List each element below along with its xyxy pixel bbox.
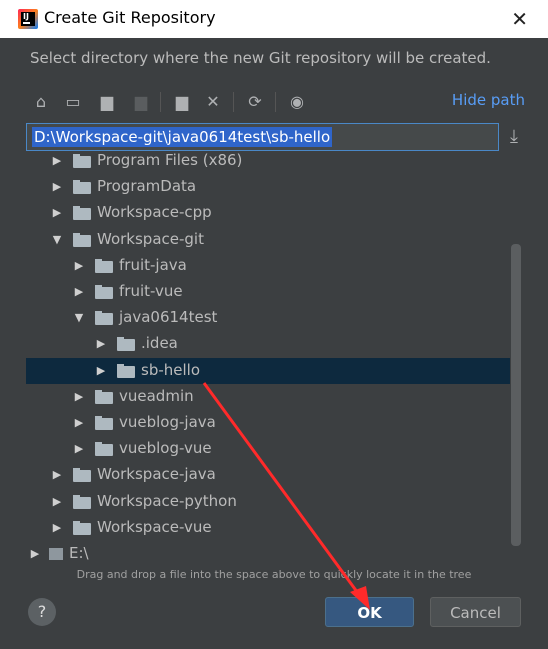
tree-row[interactable]: ▶ E:\	[26, 541, 510, 567]
path-input[interactable]: D:\Workspace-git\java0614test\sb-hello	[26, 123, 499, 151]
home-icon[interactable]: ⌂	[30, 90, 52, 114]
tree-row[interactable]: ▶ .idea	[26, 331, 510, 357]
tree-row-label: java0614test	[119, 308, 218, 327]
tree-row[interactable]: ▶ vueblog-java	[26, 410, 510, 436]
tree-row-label: Workspace-git	[97, 229, 204, 248]
tree-row-label: fruit-vue	[119, 282, 183, 300]
folder-icon	[117, 363, 135, 378]
folder-icon	[95, 311, 113, 326]
tree-scrollbar[interactable]	[511, 244, 521, 546]
toolbar-separator	[160, 92, 161, 112]
expand-arrow-icon[interactable]: ▶	[51, 206, 63, 220]
tree-row[interactable]: ▶ ProgramData	[26, 174, 510, 200]
tree-row[interactable]: ▶ vueadmin	[26, 384, 510, 410]
tree-row[interactable]: ▶ fruit-vue	[26, 279, 510, 305]
tree-row[interactable]: ▶ Workspace-vue	[26, 515, 510, 541]
collapse-arrow-icon[interactable]: ▼	[51, 233, 63, 247]
folder-icon	[95, 389, 113, 404]
folder-icon	[95, 285, 113, 299]
module-folder-icon[interactable]: ▆	[130, 90, 152, 114]
tree-row[interactable]: ▶ Workspace-java	[26, 462, 510, 488]
file-chooser-toolbar: ⌂ ▭ ▆ ▆ ▆ ✕ ⟳ ◉ Hide path	[30, 90, 525, 114]
expand-arrow-icon[interactable]: ▶	[73, 416, 85, 430]
folder-icon	[95, 416, 113, 430]
tree-row-label: vueblog-vue	[119, 439, 212, 458]
expand-arrow-icon[interactable]: ▶	[73, 390, 85, 404]
tree-row[interactable]: ▶ Program Files (x86)	[26, 153, 510, 174]
show-hidden-icon[interactable]: ◉	[286, 90, 308, 114]
directory-tree[interactable]: ▶ Program Files (x86) ▶ ProgramData ▶ Workspa…	[26, 153, 524, 567]
folder-icon	[73, 494, 91, 509]
tree-row-label: vueblog-java	[119, 413, 216, 431]
tree-row-label: Workspace-python	[97, 491, 237, 510]
expand-arrow-icon[interactable]: ▶	[51, 154, 63, 168]
download-icon[interactable]: ⤓	[504, 125, 524, 149]
folder-icon	[73, 232, 91, 247]
tree-row-label: vueadmin	[119, 386, 194, 405]
tree-row[interactable]: ▶ Workspace-python	[26, 489, 510, 515]
tree-row-label: ProgramData	[97, 177, 197, 196]
refresh-icon[interactable]: ⟳	[244, 90, 266, 114]
folder-icon	[73, 154, 91, 168]
folder-icon	[95, 442, 113, 457]
tree-row-label: fruit-java	[119, 255, 187, 274]
expand-arrow-icon[interactable]: ▶	[73, 259, 85, 273]
folder-icon	[73, 206, 91, 221]
ok-button[interactable]: OK	[325, 597, 414, 627]
expand-arrow-icon[interactable]: ▶	[51, 180, 63, 194]
path-input-value: D:\Workspace-git\java0614test\sb-hello	[32, 127, 333, 147]
expand-arrow-icon[interactable]: ▶	[29, 547, 41, 561]
expand-arrow-icon[interactable]: ▶	[73, 285, 85, 299]
close-icon[interactable]: ✕	[511, 7, 528, 31]
window-title: Create Git Repository	[44, 8, 216, 27]
tree-row[interactable]: ▶ vueblog-vue	[26, 436, 510, 462]
toolbar-separator	[275, 92, 276, 112]
collapse-arrow-icon[interactable]: ▼	[73, 311, 85, 325]
tree-row-label: Workspace-vue	[97, 517, 212, 536]
tree-row-label: Workspace-cpp	[97, 203, 212, 222]
tree-row-label: E:\	[69, 544, 89, 562]
tree-row-label: Program Files (x86)	[97, 153, 243, 169]
tree-row-label: sb-hello	[141, 360, 200, 379]
intellij-app-icon	[18, 9, 38, 29]
drag-drop-hint: Drag and drop a file into the space abov…	[76, 568, 472, 581]
title-bar: Create Git Repository ✕	[0, 0, 548, 38]
delete-icon[interactable]: ✕	[202, 90, 224, 114]
tree-row-label: .idea	[141, 334, 178, 353]
folder-icon	[117, 337, 135, 352]
tree-row[interactable]: ▼ java0614test	[26, 305, 510, 331]
help-icon[interactable]: ?	[28, 598, 56, 626]
desktop-icon[interactable]: ▭	[62, 90, 84, 114]
project-folder-icon[interactable]: ▆	[96, 90, 118, 114]
drive-icon	[49, 548, 63, 560]
hide-path-link[interactable]: Hide path	[452, 91, 525, 109]
cancel-button[interactable]: Cancel	[430, 597, 521, 627]
tree-row[interactable]: ▶ sb-hello	[26, 357, 510, 384]
tree-row[interactable]: ▶ Workspace-cpp	[26, 200, 510, 226]
new-folder-icon[interactable]: ▆	[171, 90, 193, 114]
tree-row-label: Workspace-java	[97, 465, 216, 484]
expand-arrow-icon[interactable]: ▶	[95, 364, 107, 378]
expand-arrow-icon[interactable]: ▶	[51, 521, 63, 535]
expand-arrow-icon[interactable]: ▶	[73, 442, 85, 456]
expand-arrow-icon[interactable]: ▶	[95, 337, 107, 351]
folder-icon	[73, 520, 91, 535]
dialog-description: Select directory where the new Git repos…	[30, 49, 491, 67]
folder-icon	[73, 468, 91, 483]
expand-arrow-icon[interactable]: ▶	[51, 468, 63, 482]
expand-arrow-icon[interactable]: ▶	[51, 495, 63, 509]
toolbar-separator	[233, 92, 234, 112]
folder-icon	[95, 258, 113, 273]
tree-row[interactable]: ▼ Workspace-git	[26, 227, 510, 253]
folder-icon	[73, 180, 91, 195]
tree-row[interactable]: ▶ fruit-java	[26, 253, 510, 279]
